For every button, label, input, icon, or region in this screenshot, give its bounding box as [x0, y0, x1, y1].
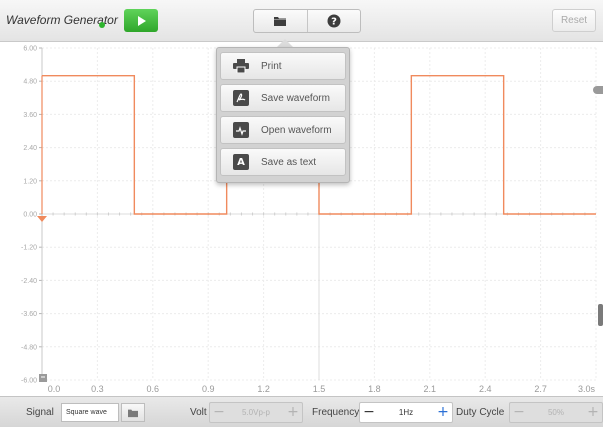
x-tick-label: 1.8 [368, 384, 381, 394]
y-tick-label: -2.40 [21, 278, 37, 285]
volt-increase-button[interactable]: + [284, 403, 302, 422]
frequency-decrease-button[interactable]: − [360, 403, 378, 422]
x-tick-label: 0.6 [147, 384, 160, 394]
frequency-increase-button[interactable]: + [434, 403, 452, 422]
zero-level-marker-icon [37, 216, 47, 222]
x-tick-label: 0.9 [202, 384, 215, 394]
menu-item-open-waveform[interactable]: Open waveform [220, 116, 346, 144]
x-tick-label: 0.3 [91, 384, 104, 394]
signal-open-button[interactable] [121, 403, 145, 422]
menu-item-save-waveform[interactable]: Save waveform [220, 84, 346, 112]
menu-item-print[interactable]: Print [220, 52, 346, 80]
x-tick-label: 1.2 [257, 384, 270, 394]
x-tick-label: 3.0s [578, 384, 596, 394]
duty-increase-button[interactable]: + [584, 403, 602, 422]
bottom-control-bar: Signal Square wave Volt − 5.0Vp-p + Freq… [0, 396, 603, 427]
x-tick-label: 2.1 [424, 384, 437, 394]
play-icon [138, 15, 146, 26]
cursor-handle[interactable] [598, 304, 603, 326]
play-button[interactable] [124, 9, 158, 32]
menu-item-label: Save as text [261, 156, 317, 168]
folder-icon [274, 17, 287, 26]
frequency-value: 1Hz [398, 408, 414, 417]
frequency-stepper: − 1Hz + [359, 402, 453, 423]
help-button[interactable]: ? [306, 10, 361, 32]
volt-label: Volt [190, 407, 207, 418]
y-tick-label: 2.40 [23, 145, 37, 152]
file-help-toolbar: ? [253, 9, 361, 33]
x-tick-label: 2.4 [479, 384, 492, 394]
y-tick-label: -6.00 [21, 378, 37, 385]
volt-decrease-button[interactable]: − [210, 403, 228, 422]
y-tick-label: 4.80 [23, 79, 37, 86]
file-menu-button[interactable] [254, 10, 307, 32]
top-toolbar: Waveform Generator ? Reset [0, 0, 603, 42]
menu-item-label: Open waveform [261, 124, 332, 136]
printer-icon [233, 58, 249, 74]
pdf-icon [233, 122, 249, 138]
volt-value: 5.0Vp-p [241, 408, 271, 417]
svg-text:?: ? [331, 17, 337, 28]
folder-icon [128, 409, 138, 417]
plot-settings-tab[interactable] [593, 86, 603, 94]
pdf-icon [233, 90, 249, 106]
x-tick-label: 1.5 [313, 384, 326, 394]
reset-button[interactable]: Reset [552, 9, 596, 32]
signal-select[interactable]: Square wave [61, 403, 119, 422]
signal-label: Signal [26, 407, 54, 418]
y-tick-label: 3.60 [23, 112, 37, 119]
menu-item-label: Print [261, 60, 282, 72]
y-tick-label: -4.80 [21, 344, 37, 351]
time-cursor-marker [39, 374, 47, 382]
duty-decrease-button[interactable]: − [510, 403, 528, 422]
duty-cycle-label: Duty Cycle [456, 407, 505, 418]
status-indicator [99, 22, 105, 28]
y-tick-label: -1.20 [21, 245, 37, 252]
file-dropdown-menu: Print Save waveform Open waveform A Save… [216, 47, 350, 183]
menu-item-save-as-text[interactable]: A Save as text [220, 148, 346, 176]
help-icon: ? [327, 14, 341, 28]
y-tick-label: -3.60 [21, 311, 37, 318]
text-file-icon: A [233, 154, 249, 170]
frequency-label: Frequency [312, 407, 360, 418]
duty-cycle-stepper: − 50% + [509, 402, 603, 423]
x-tick-label: 2.7 [534, 384, 547, 394]
volt-stepper: − 5.0Vp-p + [209, 402, 303, 423]
x-tick-label: 0.0 [48, 384, 61, 394]
y-tick-label: 6.00 [23, 46, 37, 53]
duty-cycle-value: 50% [547, 408, 564, 417]
y-tick-label: 1.20 [23, 178, 37, 185]
y-tick-label: 0.00 [23, 212, 37, 219]
menu-item-label: Save waveform [261, 92, 330, 104]
